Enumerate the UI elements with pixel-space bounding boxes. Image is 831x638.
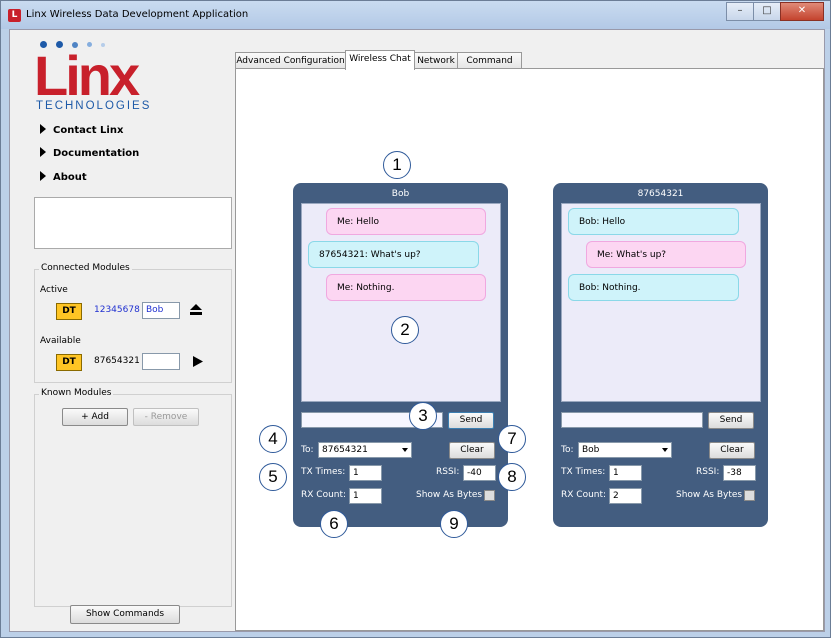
available-module-id[interactable]: 87654321 (94, 356, 140, 366)
active-module-badge: DT (56, 303, 82, 320)
chat-right-name: 87654321 (637, 189, 684, 199)
chat-right-message: Bob: Nothing. (568, 274, 739, 301)
chat-right-rssi-field: -38 (723, 465, 756, 481)
connect-play-icon[interactable] (193, 356, 203, 370)
chat-right-tx-field[interactable]: 1 (609, 465, 642, 481)
chat-left-history: Me: Hello 87654321: What's up? Me: Nothi… (301, 203, 501, 402)
active-label: Active (40, 285, 68, 295)
tab-command-set[interactable]: Command Set (457, 52, 522, 82)
chat-left-rx-label: RX Count: (301, 490, 347, 500)
title-bar: L Linx Wireless Data Development Applica… (1, 1, 830, 29)
known-modules-title: Known Modules (39, 388, 114, 398)
chevron-down-icon (402, 448, 408, 452)
chat-right-message: Me: What's up? (586, 241, 746, 268)
connected-modules-title: Connected Modules (39, 263, 132, 273)
chat-right-input[interactable] (561, 412, 703, 428)
minimize-button[interactable]: – (726, 2, 754, 21)
triangle-right-icon (40, 124, 46, 134)
chat-right-history: Bob: Hello Me: What's up? Bob: Nothing. (561, 203, 761, 402)
callout-6: 6 (320, 510, 348, 538)
chat-left-message: Me: Nothing. (326, 274, 486, 301)
sidebar: Linx TECHNOLOGIES Contact Linx Documenta… (12, 34, 234, 627)
callout-7: 7 (498, 425, 526, 453)
callout-8: 8 (498, 463, 526, 491)
chat-left-send-button[interactable]: Send (448, 412, 494, 429)
nav-documentation[interactable]: Documentation (40, 147, 139, 159)
nav-about[interactable]: About (40, 171, 87, 183)
eject-icon[interactable] (190, 304, 202, 318)
chat-right-tx-label: TX Times: (561, 467, 606, 477)
chat-right-to-label: To: (561, 445, 574, 455)
available-label: Available (40, 336, 81, 346)
chat-right-bytes-label: Show As Bytes (676, 490, 743, 500)
callout-3: 3 (409, 402, 437, 430)
chat-left-clear-button[interactable]: Clear (449, 442, 495, 459)
chat-left-bytes-checkbox[interactable] (484, 490, 495, 501)
tab-advanced-configuration[interactable]: Advanced Configuration (235, 52, 346, 69)
chat-panel-right: 87654321 Bob: Hello Me: What's up? Bob: … (553, 183, 768, 527)
show-commands-button[interactable]: Show Commands (70, 605, 180, 624)
info-box (34, 197, 232, 249)
chat-right-clear-button[interactable]: Clear (709, 442, 755, 459)
callout-4: 4 (259, 425, 287, 453)
callout-5: 5 (259, 463, 287, 491)
chat-right-rx-label: RX Count: (561, 490, 607, 500)
chat-left-name: Bob (391, 189, 410, 199)
chat-left-message: Me: Hello (326, 208, 486, 235)
chat-left-rssi-field: -40 (463, 465, 496, 481)
available-module-badge: DT (56, 354, 82, 371)
close-button[interactable]: ✕ (780, 2, 824, 21)
remove-button[interactable]: - Remove (133, 408, 199, 426)
app-logo-icon: L (8, 9, 21, 22)
tab-wireless-chat[interactable]: Wireless Chat (345, 50, 415, 70)
chat-left-message: 87654321: What's up? (308, 241, 479, 268)
chat-left-to-label: To: (301, 445, 314, 455)
chevron-down-icon (662, 448, 668, 452)
add-button[interactable]: + Add (62, 408, 128, 426)
chat-right-send-button[interactable]: Send (708, 412, 754, 429)
chat-right-message: Bob: Hello (568, 208, 739, 235)
callout-2: 2 (391, 316, 419, 344)
app-window: L Linx Wireless Data Development Applica… (0, 0, 831, 638)
linx-logo: Linx (34, 44, 140, 107)
chat-right-bytes-checkbox[interactable] (744, 490, 755, 501)
chat-left-to-select[interactable]: 87654321 (318, 442, 412, 458)
callout-1: 1 (383, 151, 411, 179)
chat-left-rx-field: 1 (349, 488, 382, 504)
nav-contact-linx[interactable]: Contact Linx (40, 124, 123, 136)
tab-network[interactable]: Network (414, 52, 458, 69)
callout-9: 9 (440, 510, 468, 538)
logo-subtitle: TECHNOLOGIES (36, 100, 152, 112)
active-module-id[interactable]: 12345678 (94, 305, 140, 315)
available-module-name-input[interactable] (142, 353, 180, 370)
wireless-chat-panel: Bob Me: Hello 87654321: What's up? Me: N… (235, 68, 824, 631)
chat-left-rssi-label: RSSI: (436, 467, 460, 477)
chat-left-tx-label: TX Times: (301, 467, 346, 477)
maximize-button[interactable]: □ (753, 2, 781, 21)
window-title: Linx Wireless Data Development Applicati… (26, 9, 249, 20)
chat-right-to-select[interactable]: Bob (578, 442, 672, 458)
chat-left-bytes-label: Show As Bytes (416, 490, 483, 500)
chat-left-tx-field[interactable]: 1 (349, 465, 382, 481)
chat-right-rx-field: 2 (609, 488, 642, 504)
triangle-right-icon (40, 171, 46, 181)
chat-panel-left: Bob Me: Hello 87654321: What's up? Me: N… (293, 183, 508, 527)
chat-right-rssi-label: RSSI: (696, 467, 720, 477)
triangle-right-icon (40, 147, 46, 157)
active-module-name-input[interactable]: Bob (142, 302, 180, 319)
